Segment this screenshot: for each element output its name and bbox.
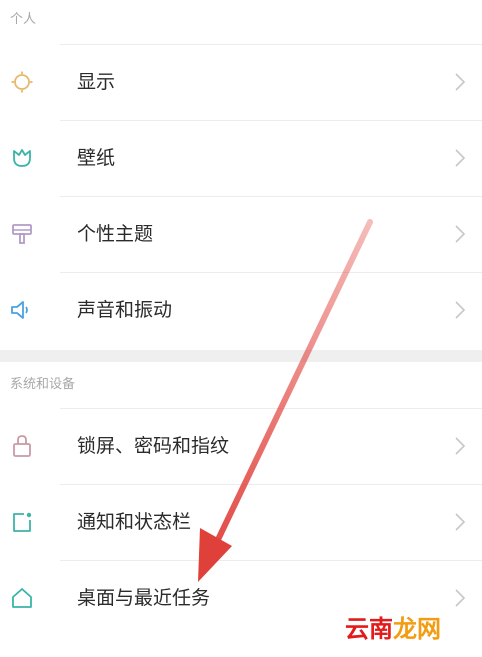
- lock-icon: [13, 435, 31, 457]
- section-header-personal: 个人: [0, 0, 482, 44]
- settings-page: 个人 显示 壁纸 个性主题 声音和振动 系统和设备 锁屏、密码和指纹 通知和状态…: [0, 0, 482, 657]
- settings-item-label: 个性主题: [77, 223, 154, 245]
- settings-item-label: 锁屏、密码和指纹: [77, 435, 230, 457]
- settings-item-label: 桌面与最近任务: [77, 587, 211, 609]
- settings-item-label: 壁纸: [77, 147, 116, 169]
- watermark-text-part2: 龙网: [393, 615, 441, 643]
- chevron-right-icon: [455, 513, 466, 531]
- settings-item-theme[interactable]: 个性主题: [0, 196, 482, 272]
- chevron-right-icon: [455, 149, 466, 167]
- chevron-right-icon: [455, 73, 466, 91]
- watermark-text-part1: 云南: [345, 615, 393, 643]
- settings-item-display[interactable]: 显示: [0, 44, 482, 120]
- speaker-icon: [11, 301, 28, 319]
- sun-icon: [11, 71, 33, 93]
- settings-item-wallpaper[interactable]: 壁纸: [0, 120, 482, 196]
- settings-item-label: 声音和振动: [77, 299, 173, 321]
- section-header-system: 系统和设备: [0, 362, 482, 408]
- chevron-right-icon: [455, 437, 466, 455]
- divider: [60, 44, 482, 45]
- settings-item-notifications[interactable]: 通知和状态栏: [0, 484, 482, 560]
- notification-icon: [13, 512, 32, 532]
- settings-item-lockscreen[interactable]: 锁屏、密码和指纹: [0, 408, 482, 484]
- home-icon: [12, 588, 32, 608]
- tulip-icon: [13, 149, 31, 167]
- settings-item-label: 通知和状态栏: [77, 511, 192, 533]
- settings-item-sound[interactable]: 声音和振动: [0, 272, 482, 348]
- chevron-right-icon: [455, 301, 466, 319]
- settings-item-label: 显示: [77, 71, 116, 93]
- chevron-right-icon: [455, 589, 466, 607]
- watermark-logo: 云南龙网: [345, 611, 455, 647]
- paint-brush-icon: [12, 224, 32, 244]
- section-separator: [0, 350, 482, 362]
- chevron-right-icon: [455, 225, 466, 243]
- divider: [60, 120, 482, 121]
